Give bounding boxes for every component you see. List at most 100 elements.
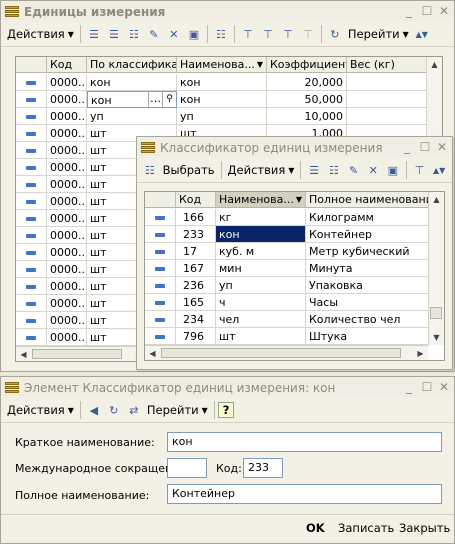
refresh-icon[interactable]: ↻ (326, 25, 344, 43)
table-cell[interactable]: 167 (176, 260, 216, 277)
refresh-icon[interactable]: ↻ (105, 401, 123, 419)
table-cell[interactable]: 0000... (47, 91, 87, 108)
code-input[interactable]: 233 (243, 458, 283, 478)
filter-off-icon[interactable]: ⊤ (299, 25, 317, 43)
actions-menu-button[interactable]: Действия ▼ (4, 400, 77, 420)
table-cell[interactable]: 0000... (47, 74, 87, 91)
more-icon[interactable]: ▲▼ (430, 161, 448, 179)
table-cell[interactable]: 0000... (47, 159, 87, 176)
horizontal-scrollbar[interactable]: ◀ ▶ (145, 345, 428, 360)
table-cell[interactable]: ч (216, 294, 306, 311)
units-window-titlebar[interactable]: Единицы измерения _ ☐ ✕ (1, 1, 454, 22)
table-cell[interactable]: кон (87, 74, 177, 91)
classifier-table[interactable]: Код Наименова... ▼ Полное наименование 166 кг… (144, 191, 445, 361)
table-cell[interactable]: 165 (176, 294, 216, 311)
post-icon[interactable]: ▣ (384, 161, 402, 179)
table-cell[interactable]: 234 (176, 311, 216, 328)
table-cell[interactable]: 236 (176, 277, 216, 294)
table-cell[interactable]: 0000... (47, 295, 87, 312)
table-cell[interactable]: уп (216, 277, 306, 294)
copy-icon[interactable]: ☷ (325, 161, 343, 179)
save-button[interactable]: Записать (338, 521, 394, 535)
help-button[interactable]: ? (217, 402, 235, 418)
table-cell[interactable]: чел (216, 311, 306, 328)
close-icon[interactable]: ✕ (437, 380, 451, 394)
table-cell[interactable] (347, 108, 428, 125)
scroll-left-icon[interactable]: ◀ (145, 346, 160, 360)
vertical-scrollbar[interactable]: ▲▼ (428, 192, 444, 345)
table-cell[interactable]: 0000... (47, 261, 87, 278)
copy-icon[interactable]: ☷ (125, 25, 143, 43)
short-name-input[interactable]: кон (167, 432, 442, 452)
select-dots-button[interactable]: … (148, 92, 162, 107)
scroll-right-icon[interactable]: ▶ (413, 346, 428, 360)
edit-icon[interactable]: ✎ (145, 25, 163, 43)
table-cell[interactable] (347, 91, 428, 108)
add-group-icon[interactable]: ☰ (105, 25, 123, 43)
table-cell[interactable]: куб. м (216, 243, 306, 260)
scroll-down-icon[interactable]: ▼ (429, 330, 444, 345)
column-header[interactable]: По классифика... (87, 57, 177, 73)
table-cell[interactable]: кон… ⚲ (87, 91, 177, 108)
table-cell[interactable]: 0000... (47, 108, 87, 125)
add-icon[interactable]: ☰ (305, 161, 323, 179)
add-icon[interactable]: ☰ (85, 25, 103, 43)
goto-menu-button[interactable]: Перейти ▼ (144, 400, 211, 420)
scroll-thumb[interactable] (161, 348, 401, 358)
scroll-up-icon[interactable]: ▲ (429, 192, 444, 207)
minimize-icon[interactable]: _ (402, 380, 416, 394)
more-icon[interactable]: ▲▼ (413, 25, 431, 43)
table-cell[interactable] (347, 74, 428, 91)
back-icon[interactable]: ◀ (85, 401, 103, 419)
table-cell[interactable]: 0000... (47, 142, 87, 159)
table-cell[interactable]: 0000... (47, 125, 87, 142)
table-cell[interactable]: Контейнер (306, 226, 430, 243)
table-cell[interactable]: кг (216, 209, 306, 226)
table-cell[interactable]: 796 (176, 328, 216, 345)
column-header[interactable]: Полное наименование (306, 192, 430, 208)
filter-value-icon[interactable]: ⊤ (259, 25, 277, 43)
actions-menu-button[interactable]: Действия ▼ (4, 24, 77, 44)
column-header[interactable]: Коэффициент (267, 57, 347, 73)
search-icon[interactable]: ⚲ (162, 92, 176, 107)
post-icon[interactable]: ▣ (185, 25, 203, 43)
table-cell[interactable]: Количество чел (306, 311, 430, 328)
table-cell[interactable]: 0000... (47, 312, 87, 329)
table-cell[interactable]: 17 (176, 243, 216, 260)
edit-icon[interactable]: ✎ (345, 161, 363, 179)
table-cell[interactable]: 0000... (47, 210, 87, 227)
classifier-window-titlebar[interactable]: Классификатор единиц измерения _ ☐ ✕ (137, 137, 452, 158)
maximize-icon[interactable]: ☐ (418, 140, 432, 154)
filter-icon[interactable]: ⊤ (239, 25, 257, 43)
table-cell[interactable]: 50,000 (267, 91, 347, 108)
filter-list-icon[interactable]: ⊤ (279, 25, 297, 43)
minimize-icon[interactable]: _ (400, 140, 414, 154)
scroll-left-icon[interactable]: ◀ (16, 347, 31, 361)
column-header[interactable]: Наименова... ▼ (177, 57, 267, 73)
table-cell[interactable]: Килограмм (306, 209, 430, 226)
maximize-icon[interactable]: ☐ (420, 4, 434, 18)
table-cell[interactable]: шт (216, 328, 306, 345)
table-cell[interactable]: кон (216, 226, 306, 243)
table-cell[interactable]: 20,000 (267, 74, 347, 91)
intl-abbrev-input[interactable] (167, 458, 207, 478)
table-cell[interactable]: уп (177, 108, 267, 125)
delete-mark-icon[interactable]: ✕ (364, 161, 382, 179)
delete-mark-icon[interactable]: ✕ (165, 25, 183, 43)
close-icon[interactable]: ✕ (435, 140, 449, 154)
table-cell[interactable]: 0000... (47, 329, 87, 346)
table-cell[interactable]: 0000... (47, 193, 87, 210)
minimize-icon[interactable]: _ (402, 4, 416, 18)
goto-menu-button[interactable]: Перейти ▼ (345, 24, 412, 44)
save-and-close-icon[interactable]: ⇄ (125, 401, 143, 419)
table-cell[interactable]: Штука (306, 328, 430, 345)
column-header[interactable]: Код (176, 192, 216, 208)
table-cell[interactable]: Упаковка (306, 277, 430, 294)
table-cell[interactable]: 166 (176, 209, 216, 226)
scroll-thumb[interactable] (430, 307, 442, 319)
table-cell[interactable]: мин (216, 260, 306, 277)
maximize-icon[interactable]: ☐ (420, 380, 434, 394)
scroll-up-icon[interactable]: ▲ (427, 57, 442, 72)
table-cell[interactable]: Метр кубический (306, 243, 430, 260)
table-cell[interactable]: 0000... (47, 244, 87, 261)
